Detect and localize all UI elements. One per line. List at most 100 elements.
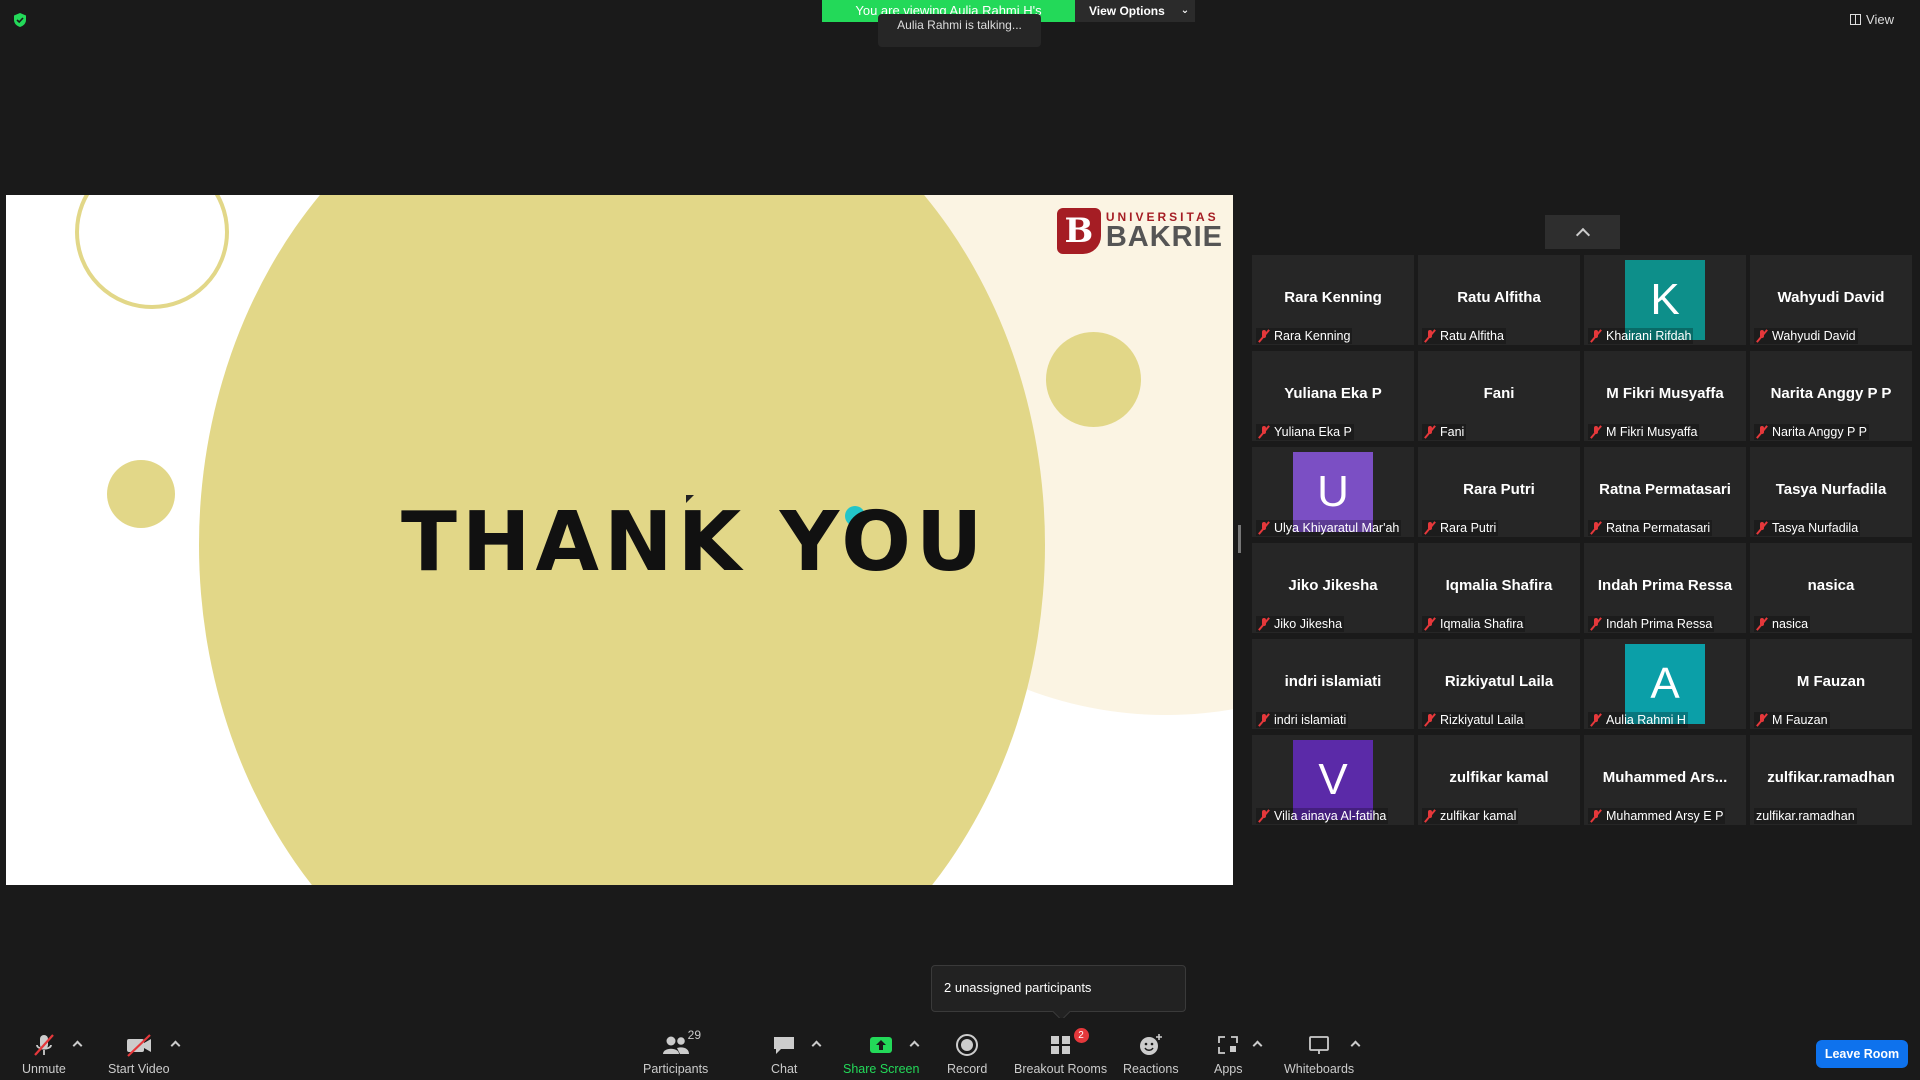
- mic-muted-icon: [1258, 713, 1270, 727]
- participant-tile[interactable]: zulfikar.ramadhan zulfikar.ramadhan: [1750, 735, 1912, 825]
- whiteboards-label: Whiteboards: [1284, 1062, 1355, 1076]
- participant-tile[interactable]: indri islamiati indri islamiati: [1252, 639, 1414, 729]
- participant-name-bar: Rara Kenning: [1256, 328, 1353, 344]
- mic-muted-icon: [1424, 425, 1436, 439]
- participant-name-bar: Ratu Alfitha: [1422, 328, 1506, 344]
- start-video-label: Start Video: [108, 1062, 170, 1076]
- participant-tile[interactable]: Narita Anggy P P Narita Anggy P P: [1750, 351, 1912, 441]
- reactions-label: Reactions: [1123, 1062, 1179, 1076]
- participant-display-name: nasica: [1807, 577, 1855, 594]
- participant-name: M Fauzan: [1772, 713, 1828, 727]
- mic-muted-icon: [1424, 521, 1436, 535]
- apps-button[interactable]: Apps: [1214, 1032, 1243, 1076]
- participant-display-name: Rizkiyatul Laila: [1444, 673, 1554, 690]
- start-video-button[interactable]: Start Video: [108, 1032, 170, 1076]
- participant-display-name: Indah Prima Ressa: [1597, 577, 1733, 594]
- panel-resize-handle[interactable]: [1238, 525, 1241, 553]
- record-button[interactable]: Record: [947, 1032, 987, 1076]
- participant-tile[interactable]: Tasya Nurfadila Tasya Nurfadila: [1750, 447, 1912, 537]
- logo-name-text: BAKRIE: [1105, 220, 1223, 253]
- participant-tile[interactable]: K Khairani Rifdah: [1584, 255, 1746, 345]
- participant-display-name: Fani: [1483, 385, 1515, 402]
- slide-title: THANK YOU: [401, 495, 988, 590]
- participant-name: Yuliana Eka P: [1274, 425, 1352, 439]
- gallery-collapse-button[interactable]: [1545, 215, 1620, 249]
- breakout-rooms-label: Breakout Rooms: [1014, 1062, 1108, 1076]
- mic-muted-icon: [1590, 617, 1602, 631]
- view-layout-icon: [1850, 14, 1862, 25]
- participant-tile[interactable]: Wahyudi David Wahyudi David: [1750, 255, 1912, 345]
- shared-screen[interactable]: THANK YOU B UNIVERSITAS BAKRIE: [6, 195, 1233, 885]
- participant-name-bar: Wahyudi David: [1754, 328, 1858, 344]
- reactions-icon: [1139, 1034, 1162, 1055]
- mic-muted-icon: [1258, 617, 1270, 631]
- participant-name: nasica: [1772, 617, 1809, 631]
- participant-tile[interactable]: Yuliana Eka P Yuliana Eka P: [1252, 351, 1414, 441]
- leave-room-button[interactable]: Leave Room: [1816, 1040, 1908, 1068]
- participant-tile[interactable]: Ratu Alfitha Ratu Alfitha: [1418, 255, 1580, 345]
- mic-muted-icon: [1756, 329, 1768, 343]
- mic-muted-icon: [1258, 329, 1270, 343]
- participant-tile[interactable]: Rara Kenning Rara Kenning: [1252, 255, 1414, 345]
- participant-tile[interactable]: Iqmalia Shafira Iqmalia Shafira: [1418, 543, 1580, 633]
- participant-tile[interactable]: Jiko Jikesha Jiko Jikesha: [1252, 543, 1414, 633]
- breakout-badge: 2: [1073, 1028, 1089, 1043]
- participant-name-bar: zulfikar.ramadhan: [1754, 808, 1857, 824]
- unmute-button[interactable]: Unmute: [22, 1032, 66, 1076]
- participant-name: Iqmalia Shafira: [1440, 617, 1524, 631]
- view-button[interactable]: View: [1850, 12, 1894, 27]
- security-shield-icon[interactable]: [12, 12, 28, 28]
- video-off-icon: [126, 1034, 151, 1057]
- mic-muted-icon: [1258, 425, 1270, 439]
- remote-cursor-icon: [686, 495, 694, 503]
- reactions-button[interactable]: Reactions: [1123, 1032, 1179, 1076]
- participant-tile[interactable]: Indah Prima Ressa Indah Prima Ressa: [1584, 543, 1746, 633]
- mic-muted-icon: [1424, 329, 1436, 343]
- mic-muted-icon: [1258, 521, 1270, 535]
- apps-options-caret[interactable]: [1252, 1040, 1263, 1051]
- participant-tile[interactable]: nasica nasica: [1750, 543, 1912, 633]
- participant-tile[interactable]: Rara Putri Rara Putri: [1418, 447, 1580, 537]
- participant-tile[interactable]: M Fauzan M Fauzan: [1750, 639, 1912, 729]
- breakout-rooms-button[interactable]: 2 Breakout Rooms: [1014, 1028, 1108, 1076]
- participant-name: Indah Prima Ressa: [1606, 617, 1713, 631]
- participant-display-name: M Fauzan: [1796, 673, 1866, 690]
- participant-tile[interactable]: U Ulya Khiyaratul Mar'ah: [1252, 447, 1414, 537]
- record-label: Record: [947, 1062, 988, 1076]
- view-options-button[interactable]: View Options ⌄: [1075, 0, 1195, 22]
- participant-display-name: Tasya Nurfadila: [1775, 481, 1887, 498]
- participant-display-name: Muhammed Ars...: [1602, 769, 1728, 786]
- mic-muted-icon: [1756, 713, 1768, 727]
- mic-muted-icon: [1756, 521, 1768, 535]
- participant-display-name: zulfikar kamal: [1449, 769, 1549, 786]
- participants-button[interactable]: 29 Participants: [643, 1028, 708, 1076]
- mic-muted-icon: [1258, 809, 1270, 823]
- participant-name-bar: Yuliana Eka P: [1256, 424, 1354, 440]
- share-screen-button[interactable]: Share Screen: [843, 1032, 919, 1076]
- whiteboards-button[interactable]: Whiteboards: [1284, 1032, 1354, 1076]
- participant-tile[interactable]: Ratna Permatasari Ratna Permatasari: [1584, 447, 1746, 537]
- chat-options-caret[interactable]: [811, 1040, 822, 1051]
- view-options-label: View Options: [1089, 4, 1165, 18]
- participant-name: Narita Anggy P P: [1772, 425, 1867, 439]
- mic-muted-icon: [1590, 521, 1602, 535]
- participant-tile[interactable]: zulfikar kamal zulfikar kamal: [1418, 735, 1580, 825]
- whiteboard-icon: [1309, 1036, 1329, 1054]
- participant-name: Rara Putri: [1440, 521, 1497, 535]
- participant-name: Fani: [1440, 425, 1465, 439]
- video-options-caret[interactable]: [170, 1040, 181, 1051]
- mic-muted-icon: [1590, 713, 1602, 727]
- audio-options-caret[interactable]: [72, 1040, 83, 1051]
- participant-name: zulfikar kamal: [1440, 809, 1517, 823]
- participant-tile[interactable]: Muhammed Ars... Muhammed Arsy E P: [1584, 735, 1746, 825]
- chat-button[interactable]: Chat: [771, 1032, 797, 1076]
- participant-tile[interactable]: Fani Fani: [1418, 351, 1580, 441]
- logo-mark: B: [1056, 208, 1101, 254]
- participant-tile[interactable]: V Vilia ainaya Al-fatiha: [1252, 735, 1414, 825]
- participant-tile[interactable]: M Fikri Musyaffa M Fikri Musyaffa: [1584, 351, 1746, 441]
- participant-tile[interactable]: A Aulia Rahmi H: [1584, 639, 1746, 729]
- participant-name: Tasya Nurfadila: [1772, 521, 1859, 535]
- participant-tile[interactable]: Rizkiyatul Laila Rizkiyatul Laila: [1418, 639, 1580, 729]
- participant-name-bar: Jiko Jikesha: [1256, 616, 1345, 632]
- participant-name-bar: Fani: [1422, 424, 1467, 440]
